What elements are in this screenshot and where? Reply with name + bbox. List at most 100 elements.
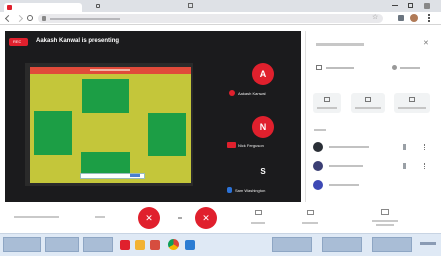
mic-toggle-button[interactable]: ✕ [138, 207, 160, 229]
list-name-bar [329, 165, 363, 167]
window-close-icon[interactable] [424, 3, 430, 9]
action-icon [365, 97, 371, 102]
list-mic-icon [403, 144, 406, 150]
camera-toggle-button[interactable]: ✕ [195, 207, 217, 229]
recording-badge-label: REC [13, 39, 22, 44]
presenter-title: Aakash Kanwal is presenting [36, 38, 120, 44]
list-more-icon[interactable] [424, 163, 425, 169]
taskbar-app-icon[interactable] [150, 240, 160, 250]
tab-favicon [7, 5, 12, 10]
taskbar-clock-bar [420, 242, 436, 245]
people-list-item[interactable] [311, 141, 433, 153]
action-text-bar [355, 107, 381, 109]
url-field[interactable] [38, 14, 383, 23]
presenting-text-bar [372, 220, 398, 222]
list-avatar [313, 161, 323, 171]
window-maximize-icon[interactable] [408, 3, 413, 8]
share-screen-button[interactable] [314, 63, 364, 73]
captions-button[interactable] [248, 208, 268, 228]
list-more-icon[interactable] [424, 144, 425, 150]
meeting-code-bar [95, 216, 105, 218]
panel-action-button[interactable] [313, 93, 341, 113]
present-icon [307, 210, 314, 215]
participant-tile[interactable]: S Sam Washington [210, 163, 290, 199]
people-list-item[interactable] [311, 160, 433, 172]
browser-tab-bar [0, 0, 441, 12]
window-minimize-icon[interactable] [392, 5, 398, 6]
presenting-icon [381, 209, 389, 215]
lock-icon [42, 16, 46, 21]
present-text-bar [302, 222, 318, 224]
profile-avatar[interactable] [410, 14, 418, 22]
taskbar-window-thumbnail[interactable] [3, 237, 41, 252]
slide-block-left [34, 111, 72, 155]
button-text-bar [400, 67, 420, 69]
panel-title-bar [316, 43, 364, 46]
captions-text-bar [251, 222, 265, 224]
presentation-slide [30, 67, 191, 183]
add-people-button[interactable] [390, 63, 430, 73]
taskbar-window-thumbnail[interactable] [372, 237, 412, 252]
browser-tab[interactable] [4, 3, 82, 12]
avatar: A [252, 63, 274, 85]
new-tab-icon[interactable] [188, 3, 193, 8]
taskbar-app-icon[interactable] [185, 240, 195, 250]
list-avatar [313, 142, 323, 152]
you-are-presenting-button[interactable] [370, 207, 400, 229]
presenting-text-bar-2 [376, 224, 394, 226]
forward-icon[interactable] [15, 14, 24, 23]
mic-muted-icon [227, 142, 236, 148]
participant-tile[interactable]: A Aakash Kanwal [210, 61, 290, 101]
participant-name: Aakash Kanwal [238, 91, 266, 96]
action-text-bar [317, 107, 337, 109]
extension-icon[interactable] [398, 15, 404, 21]
slide-block-right [148, 113, 186, 156]
recording-badge: REC [9, 38, 28, 46]
leave-call-separator [178, 217, 182, 219]
panel-close-icon[interactable]: ✕ [423, 40, 429, 47]
back-icon[interactable] [4, 14, 13, 23]
taskbar-window-thumbnail[interactable] [322, 237, 362, 252]
present-icon [316, 65, 322, 70]
action-text-bar [398, 107, 426, 109]
present-now-button[interactable] [300, 208, 320, 228]
panel-action-button[interactable] [351, 93, 385, 113]
url-text-bar [50, 18, 120, 20]
button-text-bar [326, 67, 354, 69]
captions-icon [255, 210, 262, 215]
taskbar-app-icon[interactable] [135, 240, 145, 250]
participant-name: Sam Washington [235, 188, 266, 193]
reload-icon[interactable] [27, 15, 33, 21]
slide-header-text [90, 69, 130, 71]
meeting-controls-bar: ✕ ✕ [0, 203, 441, 233]
mic-muted-icon [229, 90, 235, 96]
section-label-bar [314, 129, 326, 131]
bookmark-star-icon[interactable]: ☆ [372, 14, 378, 21]
list-avatar [313, 180, 323, 190]
panel-action-button[interactable] [394, 93, 430, 113]
side-panel: ✕ [305, 31, 436, 202]
list-name-bar [329, 146, 369, 148]
slide-caption-mark [130, 174, 140, 177]
participant-tile[interactable]: N Nick Ferguson [210, 116, 290, 156]
taskbar-window-thumbnail[interactable] [272, 237, 312, 252]
tab-close-icon[interactable] [96, 4, 100, 8]
os-taskbar [0, 233, 441, 256]
participant-name: Nick Ferguson [238, 143, 264, 148]
taskbar-app-icon[interactable] [120, 240, 130, 250]
action-icon [324, 97, 330, 102]
avatar: S [260, 167, 266, 176]
mic-icon [227, 187, 232, 193]
taskbar-window-thumbnail[interactable] [45, 237, 79, 252]
browser-address-bar: ☆ [0, 12, 441, 25]
person-add-icon [392, 65, 397, 70]
slide-block-top [82, 79, 129, 113]
browser-menu-icon[interactable] [428, 14, 430, 22]
taskbar-window-thumbnail[interactable] [83, 237, 113, 252]
list-name-bar [329, 184, 359, 186]
meeting-details-text [14, 216, 59, 218]
people-list-item[interactable] [311, 179, 433, 191]
chrome-taskbar-icon[interactable] [168, 239, 179, 250]
avatar: N [252, 116, 274, 138]
action-icon [409, 97, 415, 102]
